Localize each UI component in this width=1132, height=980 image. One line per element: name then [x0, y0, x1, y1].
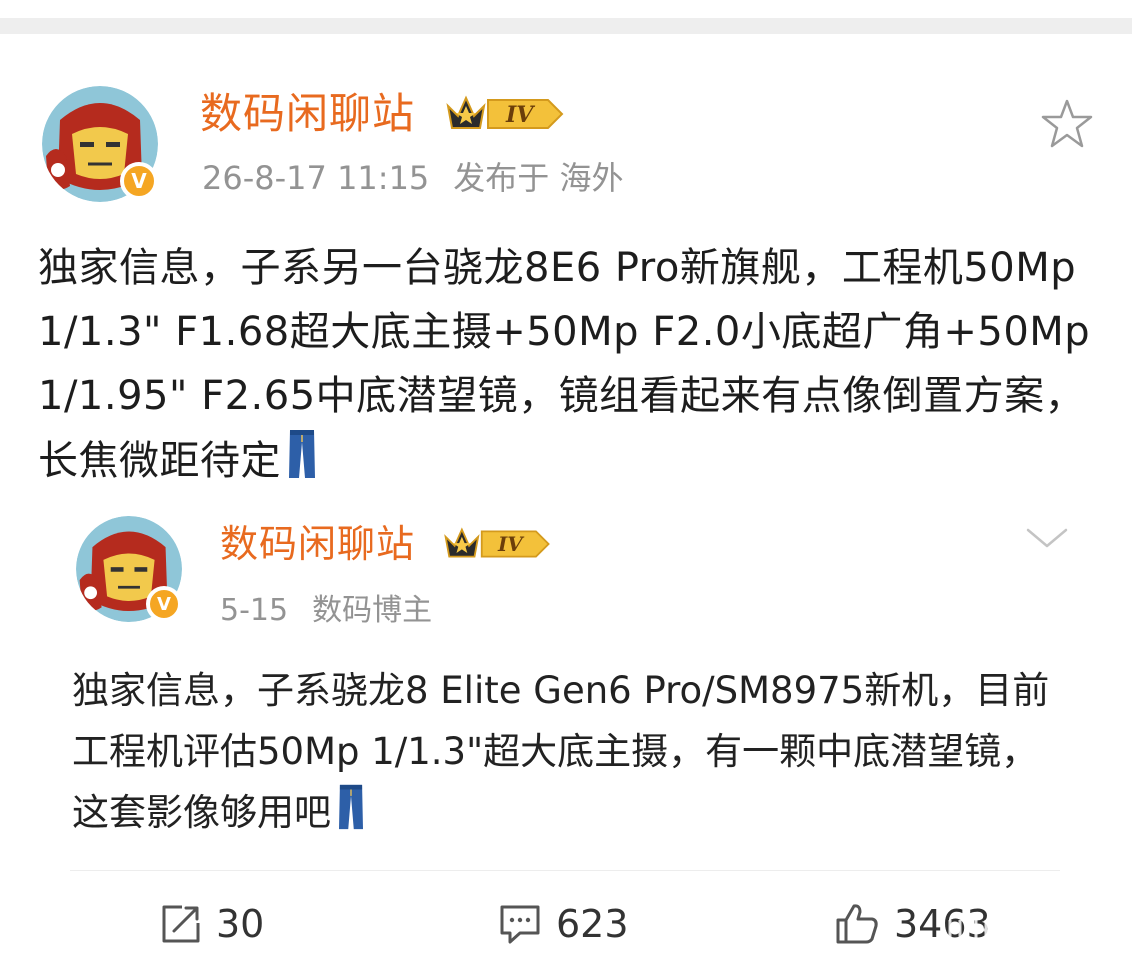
repost-jeans-emoji: [339, 784, 363, 830]
repost-body: 独家信息，子系骁龙8 Elite Gen6 Pro/SM8975新机，目前工程机…: [72, 660, 1072, 843]
share-count: 30: [216, 902, 265, 946]
star-icon[interactable]: [1040, 98, 1094, 150]
watermark-logo: [948, 920, 1066, 964]
repost-author-name[interactable]: 数码闲聊站: [220, 518, 415, 570]
repost-verified-v-icon: V: [146, 586, 182, 622]
action-bar-divider: [70, 870, 1060, 871]
post-body: 独家信息，子系另一台骁龙8E6 Pro新旗舰，工程机50Mp 1/1.3" F1…: [38, 236, 1106, 493]
level-badge-text: IV: [505, 102, 535, 128]
comment-icon: [500, 905, 540, 944]
top-separator-strip: [0, 18, 1132, 34]
repost-level-badge-text: IV: [497, 532, 525, 556]
post-location: 发布于 海外: [453, 159, 624, 197]
share-button[interactable]: 30: [160, 896, 264, 952]
chevron-down-icon[interactable]: [1024, 524, 1070, 552]
repost-role: 数码博主: [312, 593, 433, 628]
comment-count: 623: [556, 902, 629, 946]
post-timestamp[interactable]: 26-8-17 11:15: [202, 159, 429, 197]
author-avatar[interactable]: V: [42, 86, 158, 202]
jeans-emoji: [289, 430, 315, 478]
repost-meta: 5-15 数码博主: [220, 590, 456, 632]
post-text: 独家信息，子系另一台骁龙8E6 Pro新旗舰，工程机50Mp 1/1.3" F1…: [38, 245, 1091, 484]
author-name[interactable]: 数码闲聊站: [200, 86, 415, 142]
repost-text: 独家信息，子系骁龙8 Elite Gen6 Pro/SM8975新机，目前工程机…: [72, 669, 1050, 834]
like-icon: [836, 904, 878, 944]
share-icon: [162, 905, 200, 943]
comment-button[interactable]: 623: [498, 896, 629, 952]
repost-date[interactable]: 5-15: [220, 593, 288, 628]
repost-crown-badge-icon: IV: [444, 527, 550, 558]
repost-author-avatar[interactable]: V: [76, 516, 182, 622]
crown-badge-icon: IV: [446, 95, 564, 129]
post-meta: 26-8-17 11:15 发布于 海外: [202, 156, 647, 200]
verified-v-icon: V: [120, 162, 158, 200]
